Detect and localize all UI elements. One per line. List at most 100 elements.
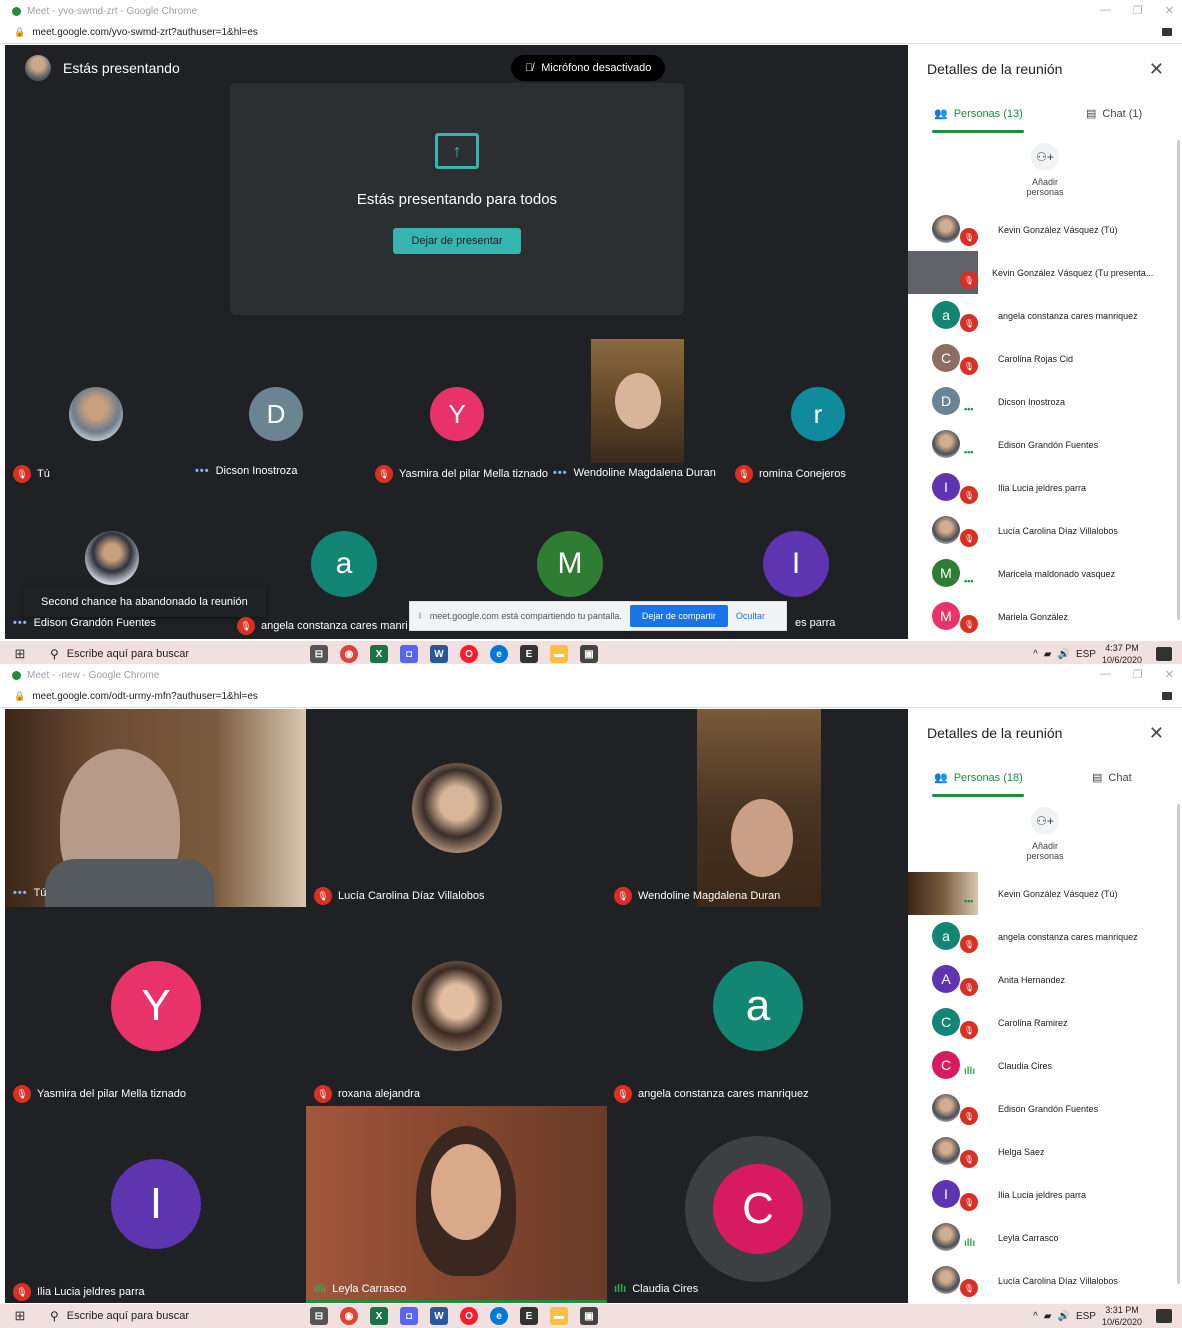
close-icon[interactable]: ✕ [1149, 723, 1164, 744]
hide-button[interactable]: Ocultar [736, 611, 765, 621]
participant-row[interactable]: 🎙 Kevin González Vásquez (Tú) [908, 208, 1182, 251]
participant-row[interactable]: ••• Edison Grandón Fuentes [908, 423, 1182, 466]
participant-row[interactable]: M 🎙 Mariela González [908, 595, 1182, 638]
participant-name: Helga Saez [998, 1146, 1045, 1157]
participant-row[interactable]: a 🎙 angela constanza cares manriquez [908, 294, 1182, 337]
epic-games-icon[interactable]: E [520, 1307, 538, 1325]
store-icon[interactable]: ▣ [580, 645, 598, 663]
excel-icon[interactable]: X [370, 645, 388, 663]
excel-icon[interactable]: X [370, 1307, 388, 1325]
clock[interactable]: 4:37 PM 10/6/2020 [1102, 642, 1142, 664]
tile-name-9: ıllı Claudia Cires [614, 1283, 699, 1295]
stop-presenting-button[interactable]: Dejar de presentar [393, 228, 521, 254]
chevron-up-icon[interactable]: ^ [1033, 649, 1038, 660]
task-view-icon[interactable]: ⊟ [310, 1307, 328, 1325]
close-window-icon[interactable]: ✕ [1165, 4, 1174, 17]
file-explorer-icon[interactable]: ▬ [550, 645, 568, 663]
edge-icon[interactable]: e [490, 1307, 508, 1325]
scrollbar[interactable] [1177, 804, 1180, 1284]
participant-row[interactable]: 🎙 Edison Grandón Fuentes [908, 1087, 1182, 1130]
participant-video [5, 709, 306, 907]
extension-icon[interactable] [1162, 28, 1172, 36]
word-icon[interactable]: W [430, 645, 448, 663]
participant-row[interactable]: 🎙 Kevin González Vásquez (Tu presenta... [908, 251, 1182, 294]
participant-row[interactable]: 🎙 Lucía Carolina Díaz Villalobos [908, 509, 1182, 552]
participant-row[interactable]: 🎙 Lucía Carolina Díaz Villalobos [908, 1259, 1182, 1302]
chrome-icon[interactable]: ◉ [340, 1307, 358, 1325]
language-indicator[interactable]: ESP [1076, 649, 1096, 660]
restore-icon[interactable]: ❐ [1133, 4, 1143, 17]
participant-video-speaking [306, 1106, 607, 1303]
participant-row[interactable]: a 🎙 angela constanza cares manriquez [908, 915, 1182, 958]
participant-name: angela constanza cares manriquez [998, 310, 1138, 321]
edge-icon[interactable]: e [490, 645, 508, 663]
network-icon[interactable]: ▰ [1044, 649, 1052, 660]
minimize-icon[interactable]: — [1100, 668, 1111, 681]
participant-row[interactable]: A 🎙 Anita Hernandez [908, 958, 1182, 1001]
tile-name-8: ıllı Leyla Carrasco [314, 1283, 407, 1295]
mic-muted-icon: 🎙 [960, 1193, 978, 1211]
add-people-button[interactable]: ⚇+ Añadir personas [1008, 143, 1082, 197]
minimize-icon[interactable]: — [1100, 4, 1111, 17]
windows-start-icon[interactable]: ⊞ [0, 1308, 40, 1324]
stop-sharing-button[interactable]: Dejar de compartir [629, 605, 728, 627]
restore-icon[interactable]: ❐ [1133, 668, 1143, 681]
chrome-icon[interactable]: ◉ [340, 645, 358, 663]
mic-muted-icon: 🎙 [13, 1283, 31, 1301]
chevron-up-icon[interactable]: ^ [1033, 1311, 1038, 1322]
drag-handle-icon[interactable]: ‖ [418, 611, 422, 621]
file-explorer-icon[interactable]: ▬ [550, 1307, 568, 1325]
speaking-dots-icon: ••• [553, 467, 568, 479]
tile-name-5: 🎙 romina Conejeros [735, 465, 846, 483]
speaker-icon[interactable]: 🔊 [1057, 1311, 1069, 1322]
address-bar[interactable]: 🔒 meet.google.com/yvo-swmd-zrt?authuser=… [0, 22, 1182, 44]
url-text[interactable]: meet.google.com/odt-urmy-mfn?authuser=1&… [32, 691, 258, 702]
participant-row[interactable]: ••• Kevin González Vásquez (Tú) [908, 872, 1182, 915]
epic-games-icon[interactable]: E [520, 645, 538, 663]
participant-row[interactable]: M ••• Maricela maldonado vasquez [908, 552, 1182, 595]
search-icon: ⚲ [50, 1309, 59, 1323]
store-icon[interactable]: ▣ [580, 1307, 598, 1325]
close-icon[interactable]: ✕ [1149, 59, 1164, 80]
participant-row[interactable]: ıllı Leyla Carrasco [908, 1216, 1182, 1259]
tab-people[interactable]: 👥 Personas (13) [934, 107, 1023, 121]
opera-icon[interactable]: O [460, 1307, 478, 1325]
language-indicator[interactable]: ESP [1076, 1311, 1096, 1322]
url-text[interactable]: meet.google.com/yvo-swmd-zrt?authuser=1&… [32, 27, 258, 38]
notifications-icon[interactable] [1156, 1309, 1172, 1323]
scrollbar[interactable] [1177, 140, 1180, 620]
discord-icon[interactable]: ◘ [400, 645, 418, 663]
word-icon[interactable]: W [430, 1307, 448, 1325]
network-icon[interactable]: ▰ [1044, 1311, 1052, 1322]
lock-icon: 🔒 [14, 691, 26, 701]
speaking-dots-icon: ••• [13, 887, 28, 899]
participant-row[interactable]: Cıllı Claudia Cires [908, 1044, 1182, 1087]
participant-row[interactable]: D ••• Dicson Inostroza [908, 380, 1182, 423]
participant-row[interactable]: I 🎙 Ilia Lucia jeldres parra [908, 1173, 1182, 1216]
taskbar-search[interactable]: ⚲ Escribe aquí para buscar [40, 1304, 298, 1328]
lock-icon: 🔒 [14, 27, 26, 37]
participant-row[interactable]: 🎙 Helga Saez [908, 1130, 1182, 1173]
close-window-icon[interactable]: ✕ [1165, 668, 1174, 681]
speaker-icon[interactable]: 🔊 [1057, 649, 1069, 660]
extension-icon[interactable] [1162, 692, 1172, 700]
participant-row[interactable]: C 🎙 Carolina Rojas Cid [908, 337, 1182, 380]
task-view-icon[interactable]: ⊟ [310, 645, 328, 663]
tab-chat[interactable]: ▤ Chat (1) [1086, 107, 1142, 121]
participant-row[interactable]: C 🎙 Carolina Ramirez [908, 1001, 1182, 1044]
taskbar-search[interactable]: ⚲ Escribe aquí para buscar [40, 641, 298, 664]
add-people-button[interactable]: ⚇+ Añadir personas [1008, 807, 1082, 861]
participant-row[interactable]: I 🎙 Ilia Lucia jeldres parra [908, 466, 1182, 509]
tab-chat[interactable]: ▤ Chat [1092, 771, 1132, 785]
opera-icon[interactable]: O [460, 645, 478, 663]
windows-start-icon[interactable]: ⊞ [0, 646, 40, 662]
mic-off-icon: 🎙̸ [525, 62, 534, 74]
notifications-icon[interactable] [1156, 647, 1172, 661]
tab-people[interactable]: 👥 Personas (18) [934, 771, 1023, 785]
clock[interactable]: 3:31 PM 10/6/2020 [1102, 1304, 1142, 1328]
avatar: M [932, 602, 960, 630]
mic-muted-icon: 🎙 [960, 1107, 978, 1125]
address-bar[interactable]: 🔒 meet.google.com/odt-urmy-mfn?authuser=… [0, 686, 1182, 708]
avatar: a [932, 922, 960, 950]
discord-icon[interactable]: ◘ [400, 1307, 418, 1325]
